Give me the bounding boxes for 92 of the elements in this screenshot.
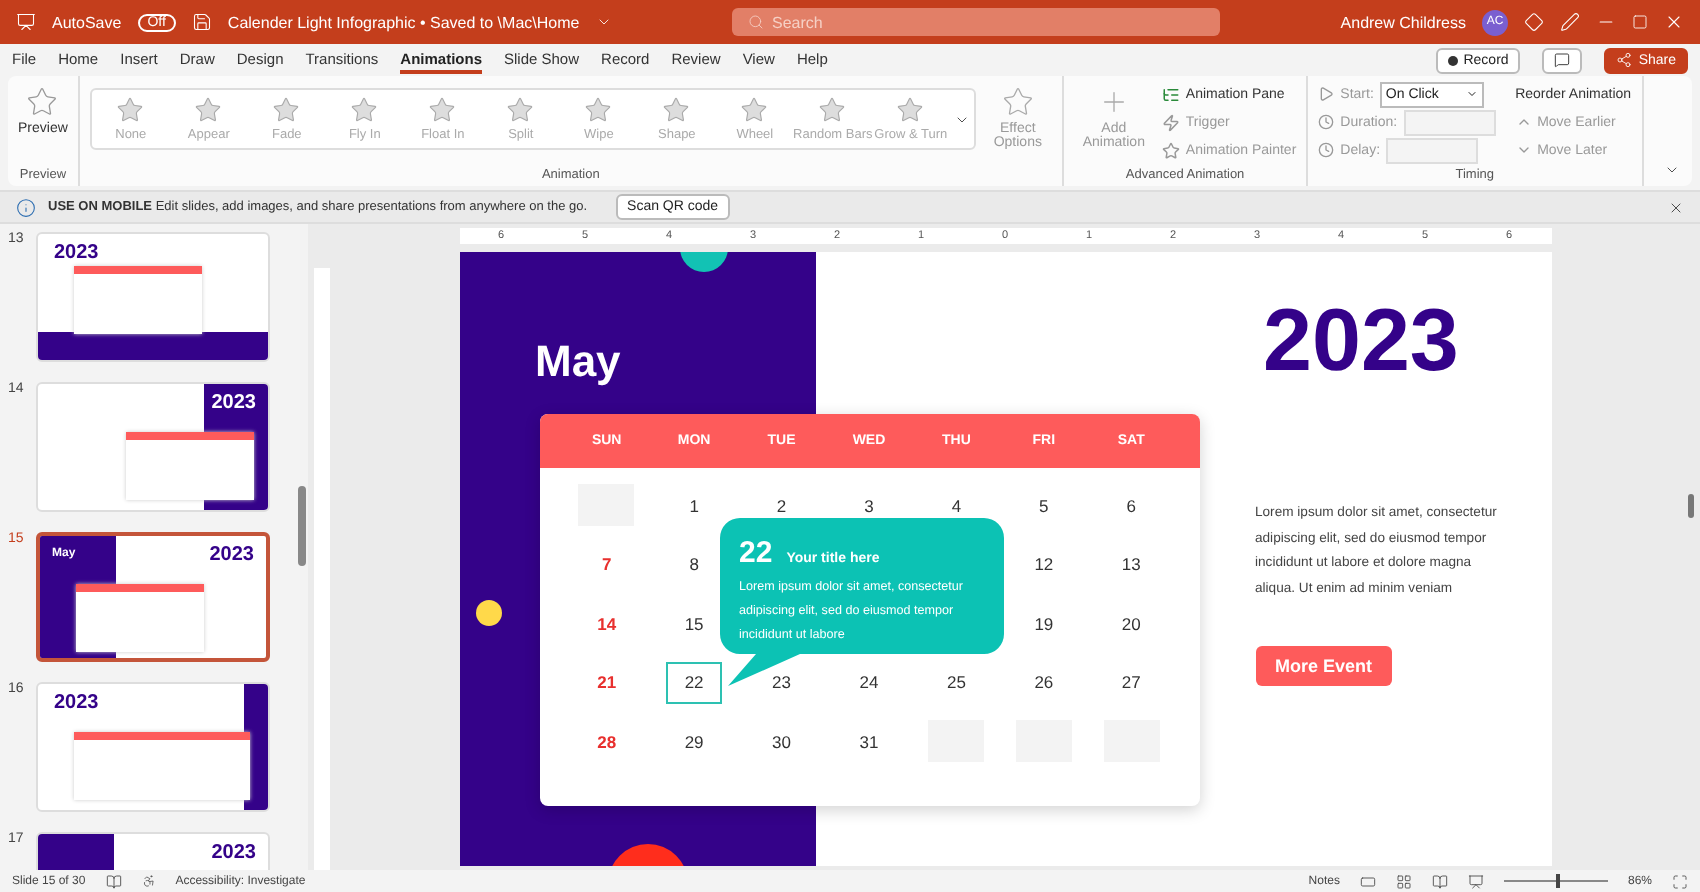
calendar-day[interactable]: 1 bbox=[666, 484, 723, 527]
autosave-label: AutoSave bbox=[52, 13, 122, 31]
user-name: Andrew Childress bbox=[1340, 13, 1466, 31]
thumbnail-title: 2023 bbox=[211, 392, 256, 414]
month-title: May bbox=[535, 336, 623, 388]
calendar-day[interactable]: 7 bbox=[578, 543, 635, 586]
calendar-day[interactable]: 20 bbox=[1103, 602, 1160, 645]
down-icon bbox=[1515, 142, 1532, 158]
star-icon bbox=[896, 96, 925, 124]
comment-icon bbox=[1554, 52, 1571, 68]
star-icon bbox=[740, 96, 769, 124]
calendar-day[interactable]: 27 bbox=[1103, 661, 1160, 704]
save-icon[interactable] bbox=[191, 12, 212, 32]
search-icon bbox=[748, 14, 764, 30]
calendar-day[interactable]: 4 bbox=[928, 484, 985, 527]
close-icon[interactable] bbox=[1663, 12, 1684, 32]
star-icon bbox=[1161, 141, 1180, 159]
slide-thumbnail[interactable]: 2023 bbox=[36, 232, 270, 362]
calendar-day[interactable]: 12 bbox=[1015, 543, 1072, 586]
slide-thumbnail[interactable]: 2023 bbox=[36, 832, 270, 870]
star-icon bbox=[194, 96, 223, 124]
star-icon bbox=[428, 96, 457, 124]
calendar-drawing bbox=[76, 584, 204, 652]
close-icon[interactable] bbox=[1668, 199, 1684, 215]
scrollbar-thumb[interactable] bbox=[298, 486, 306, 566]
app-logo-icon bbox=[16, 12, 36, 32]
calendar-day[interactable]: 2 bbox=[753, 484, 810, 527]
callout-day: 22 bbox=[739, 536, 773, 570]
star-icon bbox=[26, 86, 59, 118]
star-icon bbox=[506, 96, 535, 124]
grid-view-icon[interactable] bbox=[1395, 873, 1412, 889]
slide-thumbnail[interactable]: 2023 bbox=[36, 682, 270, 812]
diamond-icon[interactable] bbox=[1523, 12, 1544, 32]
calendar-day[interactable]: 22 bbox=[666, 661, 723, 704]
calendar-day[interactable]: 3 bbox=[840, 484, 897, 527]
normal-view-icon[interactable] bbox=[1359, 873, 1376, 889]
list-icon bbox=[1161, 85, 1180, 103]
calendar-day[interactable]: 30 bbox=[753, 720, 810, 763]
thumbnail-title: 2023 bbox=[54, 692, 99, 714]
calendar-day[interactable]: 31 bbox=[840, 720, 897, 763]
calendar-day[interactable]: 8 bbox=[666, 543, 723, 586]
calendar-day[interactable]: 15 bbox=[666, 602, 723, 645]
up-icon bbox=[1515, 114, 1532, 130]
calendar-day[interactable]: 28 bbox=[578, 720, 635, 763]
calendar-day[interactable]: 14 bbox=[578, 602, 635, 645]
calendar-day[interactable]: 24 bbox=[840, 661, 897, 704]
star-icon bbox=[818, 96, 847, 124]
chevron-icon bbox=[1465, 88, 1478, 100]
calendar-day[interactable]: 5 bbox=[1015, 484, 1072, 527]
clock-icon bbox=[1318, 114, 1335, 130]
calendar-day[interactable]: 19 bbox=[1015, 602, 1072, 645]
slide-thumbnail[interactable]: 2023 bbox=[36, 382, 270, 512]
calendar-day[interactable]: 6 bbox=[1103, 484, 1160, 527]
thumbnail-title: 2023 bbox=[209, 544, 254, 566]
year-title: 2023 bbox=[1263, 292, 1459, 392]
clock-icon bbox=[1318, 142, 1335, 158]
calendar-day[interactable]: 23 bbox=[753, 661, 810, 704]
scrollbar-thumb[interactable] bbox=[1687, 494, 1693, 518]
duration-field[interactable] bbox=[1403, 109, 1496, 135]
decorative-dot bbox=[475, 600, 501, 626]
star-icon bbox=[116, 96, 145, 124]
reading-view-icon[interactable] bbox=[1431, 873, 1448, 889]
calendar-day[interactable]: 13 bbox=[1103, 543, 1160, 586]
thumbnail-title: 2023 bbox=[54, 242, 99, 264]
calendar-day[interactable]: 25 bbox=[928, 661, 985, 704]
thumbnail-title: 2023 bbox=[211, 842, 256, 864]
play-icon bbox=[1318, 86, 1335, 102]
pen-icon[interactable] bbox=[1559, 12, 1580, 32]
star-icon bbox=[1001, 86, 1034, 118]
chevron-icon bbox=[595, 14, 612, 30]
star-icon bbox=[584, 96, 613, 124]
star-icon bbox=[272, 96, 301, 124]
zoom-thumb[interactable] bbox=[1555, 874, 1560, 888]
star-icon bbox=[662, 96, 691, 124]
calendar-drawing bbox=[74, 266, 202, 334]
lightning-icon bbox=[1161, 113, 1180, 131]
info-icon bbox=[16, 197, 36, 217]
calendar-day[interactable]: 29 bbox=[666, 720, 723, 763]
accessibility-icon[interactable] bbox=[141, 874, 156, 888]
collapse-ribbon-icon[interactable] bbox=[1664, 162, 1680, 178]
slideshow-icon[interactable] bbox=[1467, 873, 1484, 889]
calendar-day[interactable]: 26 bbox=[1015, 661, 1072, 704]
maximize-icon[interactable] bbox=[1631, 14, 1648, 30]
star-icon bbox=[350, 96, 379, 124]
calendar-day[interactable]: 21 bbox=[578, 661, 635, 704]
delay-field[interactable] bbox=[1386, 137, 1479, 163]
calendar-drawing bbox=[126, 432, 254, 500]
fit-to-window-icon[interactable] bbox=[1672, 873, 1688, 889]
comments-button[interactable] bbox=[1542, 47, 1583, 73]
share-icon bbox=[1616, 52, 1633, 68]
book-icon[interactable] bbox=[105, 873, 122, 889]
document-title[interactable]: Calender Light Infographic • Saved to \Mac\Home bbox=[227, 13, 580, 31]
